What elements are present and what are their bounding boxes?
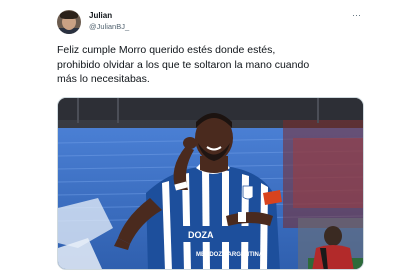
more-horizontal-icon[interactable]: ··· <box>352 10 361 20</box>
tweet-text-line-2: prohibido olvidar a los que te soltaron … <box>57 58 310 71</box>
jersey-bottom-text: MENDOZA ARGENTINA <box>196 252 264 258</box>
player-photo: DOZA MENDOZA ARGENTINA <box>58 98 363 269</box>
tweet-card: Julian @JulianBJ_ ··· Feliz cumple Morro… <box>0 0 420 280</box>
tweet-text: Feliz cumple Morro querido estés donde e… <box>57 43 367 87</box>
tweet-photo[interactable]: DOZA MENDOZA ARGENTINA <box>57 97 364 270</box>
user-handle[interactable]: @JulianBJ_ <box>89 22 129 31</box>
avatar-hair <box>60 11 78 19</box>
tweet-text-line-3: más lo necesitabas. <box>57 73 150 85</box>
jersey-sponsor-text: DOZA <box>188 230 214 240</box>
display-name[interactable]: Julian <box>89 11 112 20</box>
tweet-text-line-1: Feliz cumple Morro querido estés donde e… <box>57 44 276 56</box>
avatar[interactable] <box>57 10 81 34</box>
